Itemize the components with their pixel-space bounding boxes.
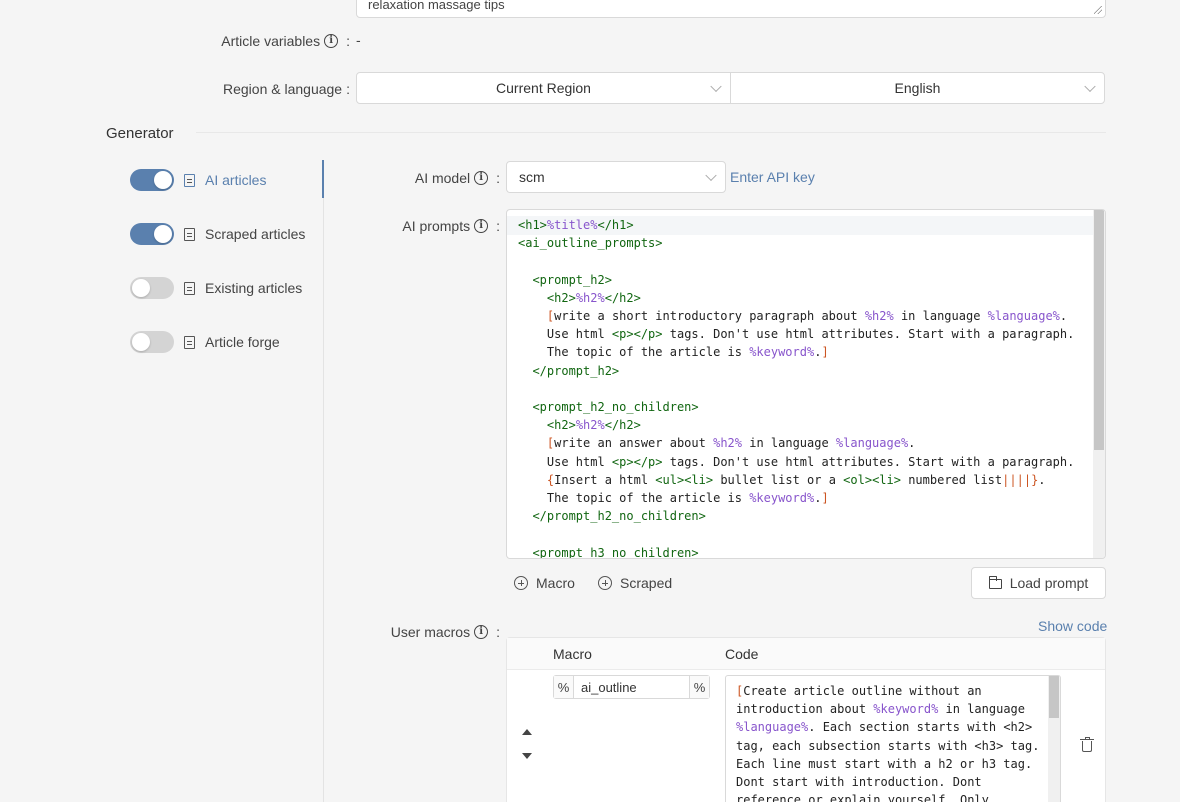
active-tab-indicator: [322, 160, 324, 198]
chevron-down-icon: [1084, 80, 1096, 93]
macro-code-text[interactable]: [Create article outline without an intro…: [736, 682, 1039, 802]
document-icon: [184, 281, 195, 295]
existing-articles-toggle[interactable]: [130, 277, 174, 299]
info-icon[interactable]: i: [324, 34, 339, 48]
keywords-textarea[interactable]: relaxation massage tips: [356, 0, 1106, 18]
scraped-button[interactable]: Scraped: [598, 575, 672, 591]
keywords-value: relaxation massage tips: [368, 0, 505, 12]
info-icon[interactable]: i: [474, 171, 489, 185]
region-select[interactable]: Current Region: [356, 72, 731, 104]
show-code-link[interactable]: Show code: [1038, 618, 1107, 634]
move-up-icon[interactable]: [522, 729, 532, 735]
plus-circle-icon: [514, 576, 528, 590]
tab-existing-articles[interactable]: Existing articles: [130, 276, 325, 300]
tab-ai-articles[interactable]: AI articles: [130, 168, 325, 192]
document-icon: [184, 335, 195, 349]
ai-prompts-editor[interactable]: <h1>%title%</h1> <ai_outline_prompts> <p…: [506, 209, 1106, 559]
article-forge-toggle[interactable]: [130, 331, 174, 353]
macro-code-scrollbar[interactable]: [1048, 676, 1060, 802]
macros-table: Macro Code % ai_outline % [Create articl…: [506, 637, 1106, 802]
plus-circle-icon: [598, 576, 612, 590]
column-code: Code: [725, 646, 759, 662]
table-row: % ai_outline % [Create article outline w…: [507, 671, 1105, 802]
language-select[interactable]: English: [730, 72, 1105, 104]
delete-macro-icon[interactable]: [1080, 737, 1094, 752]
tabs-divider: [323, 160, 324, 802]
ai-model-label: AI model i :: [414, 170, 500, 186]
macro-button[interactable]: Macro: [514, 575, 575, 591]
ai-articles-toggle[interactable]: [130, 169, 174, 191]
robot-icon: [184, 173, 195, 187]
macro-code-editor[interactable]: [Create article outline without an intro…: [725, 675, 1061, 802]
ai-prompts-code[interactable]: <h1>%title%</h1> <ai_outline_prompts> <p…: [518, 216, 1074, 558]
macro-suffix: %: [689, 676, 709, 698]
ai-model-select[interactable]: scm: [506, 161, 726, 193]
enter-api-key-link[interactable]: Enter API key: [730, 169, 815, 185]
macro-name-input[interactable]: % ai_outline %: [553, 675, 710, 699]
macro-name-value: ai_outline: [581, 679, 637, 695]
macros-table-header: Macro Code: [507, 638, 1105, 670]
article-variables-value: -: [356, 32, 361, 48]
resize-handle[interactable]: [1094, 6, 1102, 14]
ai-prompts-label: AI prompts i :: [402, 218, 500, 234]
chevron-down-icon: [705, 169, 717, 182]
article-variables-label: Article variables i :: [221, 33, 350, 49]
user-macros-label: User macros i :: [390, 624, 500, 640]
column-macro: Macro: [553, 646, 592, 662]
generator-divider: [196, 132, 1106, 133]
load-prompt-button[interactable]: Load prompt: [971, 567, 1106, 599]
region-language-label: Region & language :: [223, 81, 350, 97]
info-icon[interactable]: i: [474, 219, 489, 233]
info-icon[interactable]: i: [474, 625, 489, 639]
editor-scrollbar[interactable]: [1093, 210, 1105, 558]
macro-prefix: %: [554, 676, 574, 698]
copy-icon: [184, 227, 195, 241]
generator-title: Generator: [106, 125, 174, 142]
folder-icon: [988, 576, 1002, 589]
chevron-down-icon: [710, 80, 722, 93]
tab-scraped-articles[interactable]: Scraped articles: [130, 222, 325, 246]
move-down-icon[interactable]: [522, 753, 532, 759]
generator-tabs: AI articles Scraped articles Existing ar…: [130, 168, 325, 354]
tab-article-forge[interactable]: Article forge: [130, 330, 325, 354]
scraped-articles-toggle[interactable]: [130, 223, 174, 245]
